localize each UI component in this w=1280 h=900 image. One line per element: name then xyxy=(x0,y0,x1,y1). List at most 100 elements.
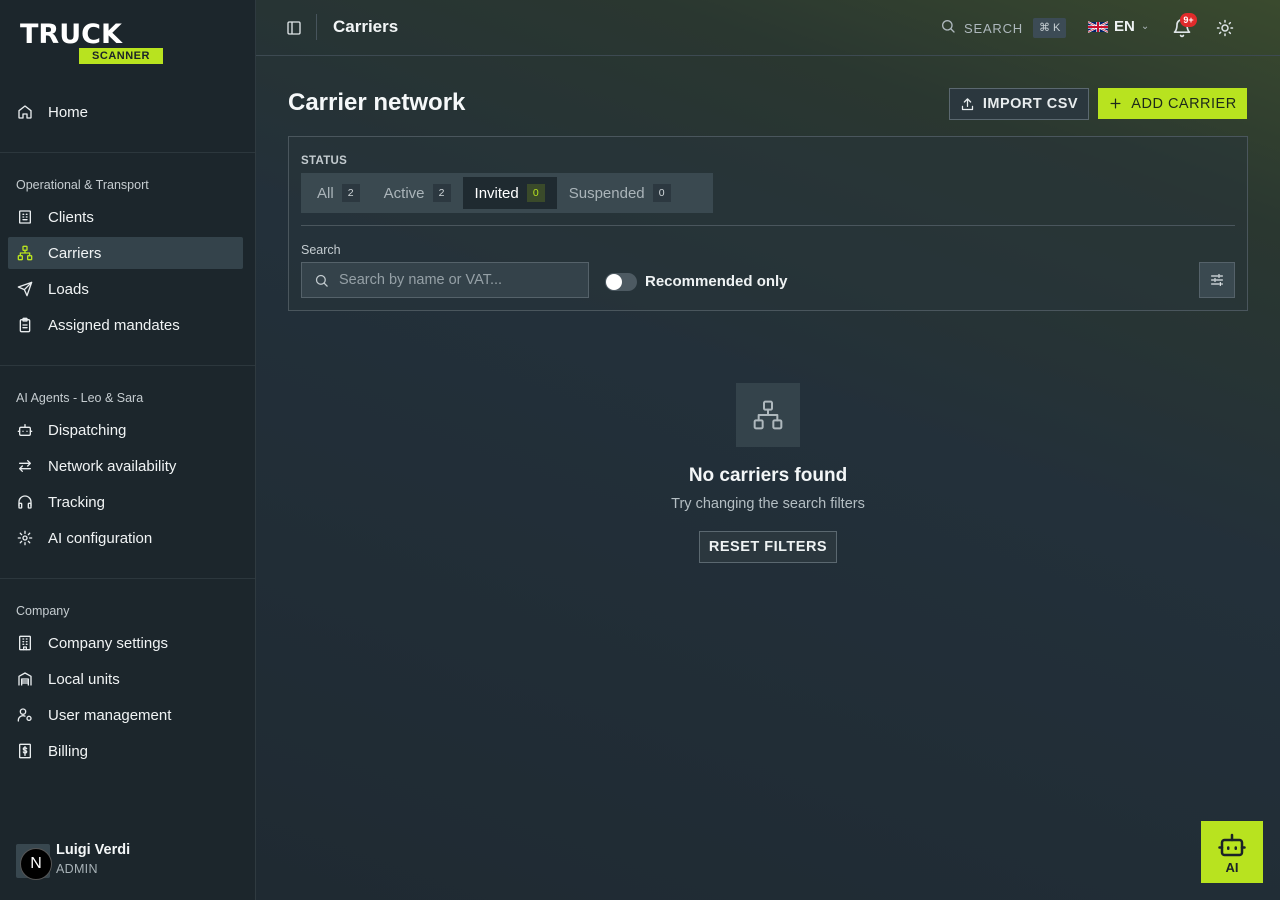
avatar: N xyxy=(16,844,52,880)
sidebar-item-local-units[interactable]: Local units xyxy=(8,663,243,695)
language-label: EN xyxy=(1114,18,1135,35)
import-csv-button[interactable]: IMPORT CSV xyxy=(949,88,1089,120)
logo-text-truck: TRUCK xyxy=(20,19,122,50)
sidebar-item-label: Dispatching xyxy=(48,421,127,439)
sidebar-divider xyxy=(0,365,255,366)
empty-state-subtitle: Try changing the search filters xyxy=(671,496,865,512)
advanced-filters-button[interactable] xyxy=(1199,262,1235,298)
tab-label: All xyxy=(317,184,334,202)
ai-button-label: AI xyxy=(1225,859,1239,875)
sidebar-item-loads[interactable]: Loads xyxy=(8,273,243,305)
main-content: Carriers SEARCH ⌘ K EN ⌄ 9+ Carrier netw… xyxy=(256,0,1280,900)
tab-count: 2 xyxy=(432,184,451,202)
warehouse-icon xyxy=(16,670,34,688)
sidebar-item-company-settings[interactable]: Company settings xyxy=(8,627,243,659)
user-cog-icon xyxy=(16,706,34,724)
avatar-initial: N xyxy=(20,848,52,880)
add-carrier-label: ADD CARRIER xyxy=(1131,95,1237,112)
bot-icon xyxy=(16,421,34,439)
tab-count: 0 xyxy=(652,184,671,202)
headphones-icon xyxy=(16,493,34,511)
sun-icon xyxy=(1216,19,1234,37)
section-title-company: Company xyxy=(16,604,70,618)
topbar-separator xyxy=(316,14,317,40)
import-csv-label: IMPORT CSV xyxy=(982,96,1079,112)
add-carrier-button[interactable]: ADD CARRIER xyxy=(1098,88,1247,119)
sidebar-item-label: Tracking xyxy=(48,493,105,511)
status-tabs: All 2 Active 2 Invited 0 Suspended 0 xyxy=(301,173,713,213)
sidebar-item-dispatching[interactable]: Dispatching xyxy=(8,414,243,446)
language-selector[interactable]: EN ⌄ xyxy=(1088,18,1149,35)
sidebar-item-network-availability[interactable]: Network availability xyxy=(8,450,243,482)
toggle-knob xyxy=(606,274,622,290)
user-name: Luigi Verdi xyxy=(56,842,131,858)
arrows-icon xyxy=(16,457,34,475)
gear-icon xyxy=(16,529,34,547)
sidebar-item-label: Loads xyxy=(48,280,89,298)
sidebar-item-user-management[interactable]: User management xyxy=(8,699,243,731)
sidebar-divider xyxy=(0,152,255,153)
truckscanner-logo[interactable]: TRUCK SCANNER xyxy=(20,20,170,66)
tab-suspended[interactable]: Suspended 0 xyxy=(557,177,683,209)
sidebar-item-carriers[interactable]: Carriers xyxy=(8,237,243,269)
search-field-label: Search xyxy=(301,243,341,257)
status-filter-label: STATUS xyxy=(301,155,348,167)
send-icon xyxy=(16,280,34,298)
global-search-button[interactable]: SEARCH ⌘ K xyxy=(940,18,1067,39)
sidebar-item-label: Home xyxy=(48,103,89,121)
sidebar-item-label: Clients xyxy=(48,208,94,226)
office-icon xyxy=(16,634,34,652)
upload-icon xyxy=(961,97,973,110)
sidebar-item-label: Network availability xyxy=(48,457,177,475)
recommended-only-toggle[interactable] xyxy=(605,273,637,291)
chevron-down-icon: ⌄ xyxy=(1140,21,1150,32)
tab-count: 2 xyxy=(341,184,360,202)
empty-state-icon xyxy=(736,383,800,447)
theme-toggle-button[interactable] xyxy=(1216,19,1234,37)
tab-invited[interactable]: Invited 0 xyxy=(462,177,557,209)
tab-count: 0 xyxy=(526,184,545,202)
sidebar: TRUCK SCANNER Home Operational & Transpo… xyxy=(0,0,256,900)
tab-label: Invited xyxy=(474,184,519,202)
section-title-operational: Operational & Transport xyxy=(16,178,149,192)
page-title: Carrier network xyxy=(288,89,466,116)
sidebar-item-billing[interactable]: Billing xyxy=(8,735,243,767)
search-icon xyxy=(940,18,956,39)
sidebar-item-home[interactable]: Home xyxy=(8,96,243,128)
page-breadcrumb-title: Carriers xyxy=(333,17,399,36)
carrier-search-field xyxy=(301,262,589,298)
sidebar-item-label: Billing xyxy=(48,742,89,760)
tab-active[interactable]: Active 2 xyxy=(372,177,463,209)
sidebar-item-label: Assigned mandates xyxy=(48,316,180,334)
empty-state-title: No carriers found xyxy=(688,465,848,486)
tab-label: Active xyxy=(383,184,425,202)
sliders-icon xyxy=(1211,274,1223,286)
sidebar-toggle-button[interactable] xyxy=(286,20,302,36)
tab-all[interactable]: All 2 xyxy=(305,177,372,209)
sidebar-item-assigned-mandates[interactable]: Assigned mandates xyxy=(8,309,243,341)
ai-assistant-button[interactable]: AI xyxy=(1201,821,1263,883)
logo-text-scanner: SCANNER xyxy=(79,48,163,64)
bot-icon xyxy=(1218,833,1246,856)
recommended-only-label: Recommended only xyxy=(645,273,788,290)
section-title-ai-agents: AI Agents - Leo & Sara xyxy=(16,391,144,405)
sidebar-item-ai-configuration[interactable]: AI configuration xyxy=(8,522,243,554)
sidebar-item-label: User management xyxy=(48,706,172,724)
sidebar-item-tracking[interactable]: Tracking xyxy=(8,486,243,518)
filters-divider xyxy=(301,225,1235,226)
user-role: ADMIN xyxy=(56,862,98,876)
uk-flag-icon xyxy=(1088,20,1108,33)
search-shortcut: ⌘ K xyxy=(1032,18,1067,38)
sidebar-divider xyxy=(0,578,255,579)
search-label: SEARCH xyxy=(964,20,1023,36)
user-profile[interactable]: N Luigi Verdi ADMIN xyxy=(16,842,216,880)
carrier-search-input[interactable] xyxy=(339,272,579,288)
sidebar-item-clients[interactable]: Clients xyxy=(8,201,243,233)
reset-filters-button[interactable]: RESET FILTERS xyxy=(699,531,837,563)
home-icon xyxy=(16,103,34,121)
plus-icon xyxy=(1110,98,1121,109)
sidebar-item-label: AI configuration xyxy=(48,529,153,547)
notifications-badge: 9+ xyxy=(1180,13,1197,27)
sidebar-item-label: Local units xyxy=(48,670,120,688)
tab-label: Suspended xyxy=(568,184,645,202)
